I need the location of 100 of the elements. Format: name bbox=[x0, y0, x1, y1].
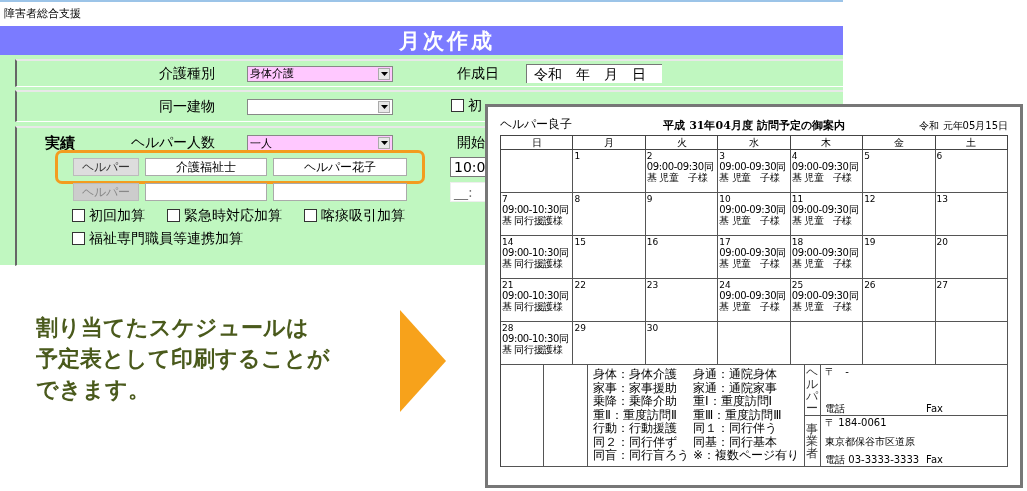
field-label: 同一建物 bbox=[158, 97, 215, 116]
checkbox-label: 初 bbox=[468, 96, 482, 115]
fax-label: Fax bbox=[926, 454, 943, 465]
visit-entry: 09:00-09:30同基 児童 子様 bbox=[791, 161, 860, 183]
visit-entry: 09:00-10:30同基 同行援護様 bbox=[502, 247, 570, 269]
checkbox-label: 福祉専門職員等連携加算 bbox=[89, 229, 243, 248]
contact-label: 事業者 bbox=[805, 416, 822, 466]
document-date: 令和 元年05月15日 bbox=[918, 119, 1008, 133]
day-number: 3 bbox=[719, 151, 726, 161]
legend-item: 重Ⅱ：重度訪問Ⅱ bbox=[593, 408, 678, 422]
legend-item: 家事：家事援助 bbox=[593, 381, 678, 395]
postal-code: 〒 - bbox=[825, 366, 850, 377]
day-number: 13 bbox=[936, 194, 949, 204]
visit-entry: 09:00-09:30同基 児童 子様 bbox=[719, 290, 787, 312]
weekday-header: 水 bbox=[718, 136, 791, 150]
visit-entry: 09:00-09:30同基 児童 子様 bbox=[791, 204, 860, 226]
day-number: 6 bbox=[936, 151, 944, 161]
day-number: 30 bbox=[646, 323, 660, 333]
legend-item: 行動：行動援護 bbox=[593, 422, 678, 436]
checkbox[interactable] bbox=[304, 209, 317, 222]
checkbox-label: 喀痰吸引加算 bbox=[321, 206, 405, 225]
day-number: 18 bbox=[791, 237, 805, 247]
day-number: 22 bbox=[574, 280, 587, 290]
time-field[interactable]: 10:0 bbox=[450, 156, 486, 177]
legend-item: 身通：通院身体 bbox=[693, 368, 778, 382]
day-number: 25 bbox=[791, 280, 805, 290]
address: 東京都保谷市区道原 bbox=[825, 435, 917, 447]
day-number: 29 bbox=[574, 323, 587, 333]
day-number: 7 bbox=[502, 194, 509, 204]
helper-button[interactable]: ヘルパー bbox=[73, 157, 139, 176]
legend-item: 乗降：乗降介助 bbox=[593, 395, 678, 409]
dropdown[interactable]: 一人 bbox=[247, 135, 393, 151]
checkbox[interactable] bbox=[167, 209, 180, 222]
day-number: 1 bbox=[574, 151, 582, 161]
weekday-header: 金 bbox=[863, 136, 936, 150]
visit-entry: 09:00-09:30同基 児童 子様 bbox=[719, 161, 787, 183]
field-label: 開始 bbox=[457, 134, 485, 152]
checkbox[interactable] bbox=[72, 232, 85, 245]
weekday-header: 火 bbox=[645, 136, 719, 150]
day-number: 16 bbox=[646, 237, 660, 247]
day-number: 5 bbox=[864, 151, 871, 161]
visit-entry: 09:00-09:30同基 児童 子様 bbox=[719, 247, 787, 269]
helper-name: ヘルパー良子 bbox=[500, 116, 573, 133]
day-number: 19 bbox=[864, 237, 877, 247]
day-number: 4 bbox=[791, 151, 799, 161]
day-number: 2 bbox=[646, 151, 654, 161]
legend-item: 家通：通院家事 bbox=[693, 381, 778, 395]
window-title: 障害者総合支援 bbox=[3, 6, 82, 22]
visit-entry: 09:00-10:30同基 同行援護様 bbox=[502, 290, 570, 312]
day-number: 21 bbox=[502, 280, 515, 290]
day-number: 12 bbox=[864, 194, 877, 204]
phone-label: 電話 bbox=[825, 403, 846, 414]
day-number: 28 bbox=[502, 323, 515, 333]
field-label: 作成日 bbox=[457, 64, 500, 83]
legend-item: 重Ⅰ：重度訪問Ⅰ bbox=[693, 395, 774, 409]
legend-item: 同１：同行伴う bbox=[693, 422, 778, 436]
visit-entry: 09:00-09:30同基 児童 子様 bbox=[791, 247, 860, 269]
day-number: 27 bbox=[936, 280, 949, 290]
visit-entry: 09:00-09:30同基 児童 子様 bbox=[791, 290, 860, 312]
checkbox-label: 緊急時対応加算 bbox=[184, 206, 282, 225]
visit-entry: 09:00-10:30同基 同行援護様 bbox=[502, 204, 570, 226]
phone-label: 電話 03-3333-3333 bbox=[825, 454, 920, 465]
weekday-header: 月 bbox=[573, 136, 646, 150]
day-number: 20 bbox=[936, 237, 949, 247]
weekday-header: 木 bbox=[790, 136, 864, 150]
legend-item: 同基：同行基本 bbox=[693, 435, 778, 449]
checkbox-label: 初回加算 bbox=[89, 206, 145, 225]
day-number: 10 bbox=[719, 194, 732, 204]
day-number: 26 bbox=[864, 280, 877, 290]
page-title: 月次作成 bbox=[398, 27, 495, 55]
day-number: 23 bbox=[646, 280, 660, 290]
day-number: 9 bbox=[646, 194, 654, 204]
day-number: 24 bbox=[719, 280, 732, 290]
day-number: 15 bbox=[574, 237, 587, 247]
weekday-header: 土 bbox=[935, 136, 1008, 150]
visit-entry: 09:00-10:30同基 同行援護様 bbox=[502, 333, 570, 355]
visit-entry: 09:00-09:30同基 児童 子様 bbox=[719, 204, 787, 226]
contact-label: ヘルパー bbox=[805, 365, 822, 415]
day-number: 17 bbox=[719, 237, 732, 247]
legend-item: ※：複数ページ有り bbox=[693, 449, 800, 463]
input-field[interactable]: 介護福祉士 bbox=[145, 157, 267, 176]
day-number: 14 bbox=[502, 237, 515, 247]
date-field[interactable]: 令和 年 月 日 bbox=[526, 64, 662, 83]
legend-item: 同盲：同行盲ろう bbox=[593, 449, 689, 463]
callout-text: 割り当てたスケジュールは 予定表として印刷することが できます。 bbox=[36, 314, 330, 404]
document-title: 平成 31年04月度 訪問予定の御案内 bbox=[662, 118, 846, 133]
legend-item: 同２：同行伴ず bbox=[593, 435, 678, 449]
legend-item: 重Ⅲ：重度訪問Ⅲ bbox=[693, 408, 783, 422]
section-title: 実績 bbox=[45, 133, 76, 153]
fax-label: Fax bbox=[926, 403, 943, 414]
checkbox[interactable] bbox=[72, 209, 85, 222]
dropdown[interactable]: 身体介護 bbox=[247, 65, 393, 82]
weekday-header: 日 bbox=[501, 136, 574, 150]
field-label: 介護種別 bbox=[158, 64, 215, 83]
day-number: 11 bbox=[791, 194, 805, 204]
input-field[interactable]: ヘルパー花子 bbox=[273, 157, 407, 176]
checkbox[interactable] bbox=[451, 99, 464, 113]
day-number: 8 bbox=[574, 194, 582, 204]
visit-entry: 09:00-09:30同基 児童 子様 bbox=[646, 161, 715, 183]
field-label: ヘルパー人数 bbox=[130, 134, 215, 152]
